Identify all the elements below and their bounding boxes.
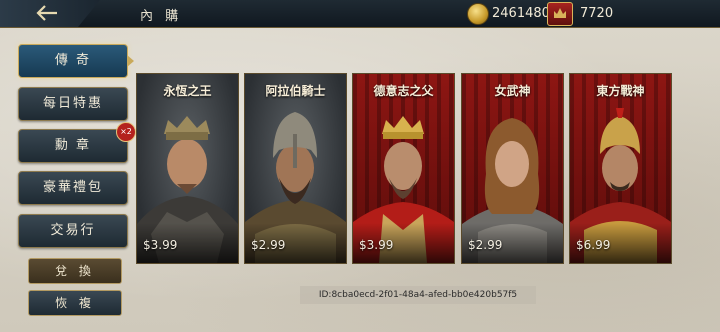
hero-price: $3.99 [359, 238, 394, 252]
medal-count-badge: ×2 [116, 122, 136, 142]
gem-amount: 7720 [580, 6, 614, 21]
menu-item-medals[interactable]: 勳 章 [18, 129, 128, 163]
menu-item-label: 交易行 [50, 223, 96, 238]
hero-price: $3.99 [143, 238, 178, 252]
menu-item-label: 每日特惠 [42, 96, 103, 111]
back-button[interactable] [0, 0, 100, 27]
exchange-button[interactable]: 兌 換 [28, 258, 122, 284]
menu-item-label: 豪華禮包 [42, 180, 103, 195]
menu-item-market[interactable]: 交易行 [18, 214, 128, 248]
player-id-label: ID:8cba0ecd-2f01-48a4-afed-bb0e420b57f5 [300, 286, 536, 304]
menu-item-luxury-packs[interactable]: 豪華禮包 [18, 171, 128, 205]
hero-card[interactable]: 德意志之父 $3.99 [352, 73, 455, 264]
premium-badge-icon [547, 2, 573, 26]
active-indicator-icon [127, 55, 134, 67]
menu-item-legend[interactable]: 傳 奇 [18, 44, 134, 78]
hero-name: 永恆之王 [163, 84, 212, 98]
hero-card[interactable]: 女武神 $2.99 [461, 73, 564, 264]
hero-price: $6.99 [576, 238, 611, 252]
hero-card[interactable]: 阿拉伯騎士 $2.99 [244, 73, 347, 264]
hero-name: 德意志之父 [373, 84, 434, 98]
hero-price: $2.99 [251, 238, 286, 252]
menu-item-label: 傳 奇 [54, 53, 92, 68]
gold-coin-icon [467, 3, 489, 25]
gold-amount: 2461480 [492, 6, 550, 21]
top-bar: 內 購 2461480 7720 [0, 0, 720, 28]
hero-name: 東方戰神 [596, 84, 645, 98]
hero-name: 阿拉伯騎士 [265, 84, 326, 98]
page-title: 內 購 [140, 9, 183, 24]
hero-price: $2.99 [468, 238, 503, 252]
back-arrow-icon [36, 5, 57, 21]
menu-item-daily-deals[interactable]: 每日特惠 [18, 87, 128, 121]
hero-card[interactable]: 永恆之王 $3.99 [136, 73, 239, 264]
restore-button[interactable]: 恢 複 [28, 290, 122, 316]
menu-item-label: 勳 章 [54, 138, 92, 153]
hero-name: 女武神 [494, 84, 531, 98]
hero-card[interactable]: 東方戰神 $6.99 [569, 73, 672, 264]
